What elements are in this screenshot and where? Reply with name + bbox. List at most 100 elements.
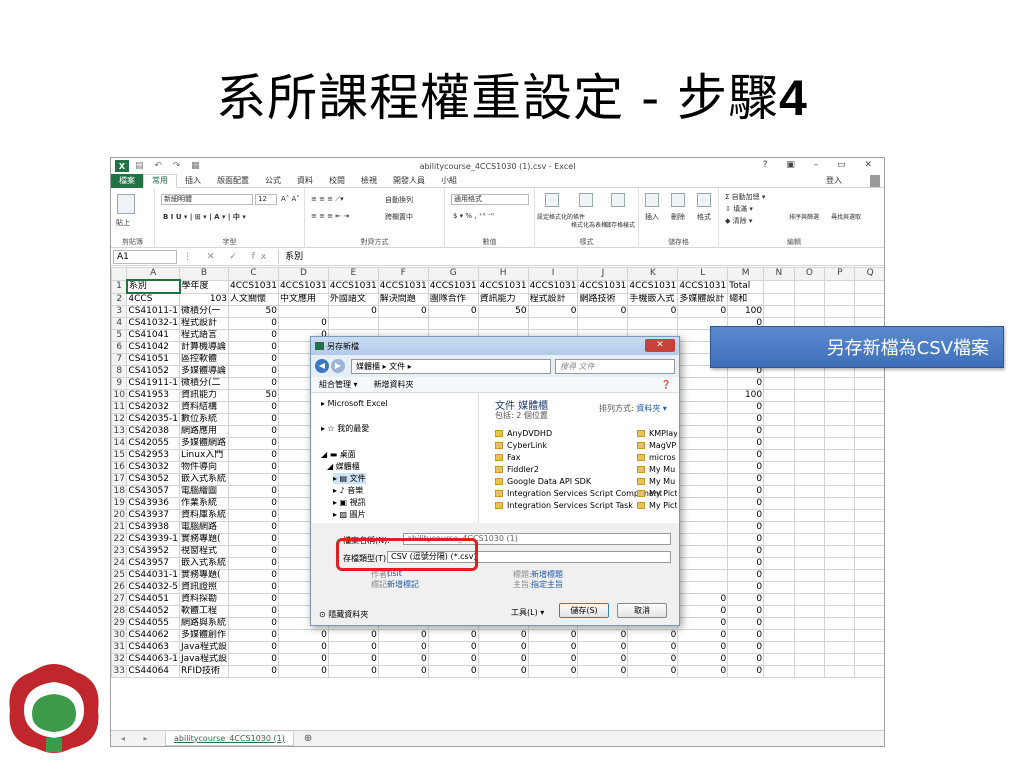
cell[interactable] bbox=[824, 401, 856, 414]
cell[interactable] bbox=[793, 581, 826, 594]
cell[interactable]: 網路與系統 bbox=[179, 617, 230, 630]
cell[interactable] bbox=[677, 473, 729, 486]
cell[interactable]: 學年度 bbox=[179, 279, 230, 294]
cell[interactable]: 軟體工程 bbox=[179, 605, 230, 618]
cell[interactable]: 0 bbox=[228, 401, 279, 414]
cell[interactable]: 0 bbox=[727, 437, 765, 450]
tab-formulas[interactable]: 公式 bbox=[257, 175, 289, 186]
cell[interactable] bbox=[793, 449, 826, 462]
back-icon[interactable]: ◀ bbox=[315, 359, 329, 373]
cell[interactable] bbox=[793, 641, 826, 654]
formula-input[interactable]: 系別 bbox=[278, 249, 884, 264]
column-header[interactable]: E bbox=[327, 267, 379, 281]
cell[interactable] bbox=[824, 521, 856, 534]
cell[interactable] bbox=[763, 461, 795, 474]
tree-item-video[interactable]: ▸ ▣ 視訊 bbox=[333, 497, 366, 508]
cell[interactable]: 人文關懷 bbox=[228, 292, 279, 306]
cell[interactable]: 0 bbox=[627, 653, 679, 666]
cell[interactable]: 0 bbox=[577, 665, 629, 678]
cell-style-icon[interactable] bbox=[611, 193, 625, 207]
cell[interactable]: CS44063 bbox=[126, 641, 181, 654]
row-header[interactable]: 23 bbox=[111, 545, 128, 558]
cell[interactable] bbox=[793, 292, 826, 306]
cell[interactable] bbox=[824, 377, 856, 390]
cell[interactable] bbox=[793, 377, 826, 390]
cell[interactable]: 0 bbox=[228, 641, 279, 654]
cell[interactable]: CS41041 bbox=[126, 329, 181, 342]
cell[interactable]: 0 bbox=[477, 629, 529, 642]
cell[interactable]: 0 bbox=[727, 617, 765, 630]
cell[interactable] bbox=[763, 449, 795, 462]
cell[interactable]: 4CCS1031 bbox=[577, 279, 629, 294]
cell[interactable] bbox=[677, 557, 729, 570]
cell[interactable]: 0 bbox=[228, 569, 279, 582]
file-list-item[interactable]: My Mu bbox=[637, 477, 677, 486]
cell[interactable] bbox=[677, 377, 729, 390]
cell[interactable] bbox=[824, 509, 856, 522]
column-header[interactable]: K bbox=[627, 267, 679, 281]
cell[interactable]: RFID技術 bbox=[179, 665, 230, 678]
cell[interactable] bbox=[824, 461, 856, 474]
cell[interactable] bbox=[824, 389, 856, 402]
row-header[interactable]: 3 bbox=[111, 305, 128, 318]
cell[interactable] bbox=[854, 497, 884, 510]
column-header[interactable]: H bbox=[477, 267, 529, 281]
tab-layout[interactable]: 版面配置 bbox=[209, 175, 257, 186]
font-size-select[interactable]: 12 bbox=[255, 194, 277, 205]
row-header[interactable]: 19 bbox=[111, 497, 128, 510]
column-header[interactable]: F bbox=[377, 267, 429, 281]
cell[interactable]: 0 bbox=[427, 305, 479, 318]
cell[interactable] bbox=[763, 279, 795, 294]
cell[interactable]: 0 bbox=[228, 461, 279, 474]
add-sheet-icon[interactable]: ⊕ bbox=[304, 733, 312, 744]
cell[interactable]: 數位系統 bbox=[179, 413, 230, 426]
cell[interactable] bbox=[793, 437, 826, 450]
cell[interactable] bbox=[677, 545, 729, 558]
new-folder-button[interactable]: 新增資料夾 bbox=[374, 379, 414, 390]
cell[interactable]: 資訊能力 bbox=[179, 389, 230, 402]
row-header[interactable]: 26 bbox=[111, 581, 128, 594]
cell[interactable]: 0 bbox=[228, 629, 279, 642]
cell[interactable] bbox=[677, 437, 729, 450]
cell[interactable]: 作業系統 bbox=[179, 497, 230, 510]
row-header[interactable]: 1 bbox=[111, 279, 128, 294]
cell[interactable]: 0 bbox=[228, 413, 279, 426]
cell[interactable] bbox=[824, 557, 856, 570]
cell[interactable]: 0 bbox=[727, 593, 765, 606]
cell[interactable]: 0 bbox=[727, 581, 765, 594]
cell[interactable]: CS43057 bbox=[126, 485, 181, 498]
search-input[interactable]: 搜尋 文件 bbox=[555, 358, 675, 374]
cell[interactable]: 0 bbox=[727, 461, 765, 474]
sort-filter-button[interactable]: 排序與篩選 bbox=[789, 212, 819, 221]
row-header[interactable]: 17 bbox=[111, 473, 128, 486]
cell[interactable] bbox=[763, 545, 795, 558]
organize-button[interactable]: 組合管理 ▾ bbox=[319, 379, 358, 390]
cell[interactable]: 0 bbox=[527, 641, 579, 654]
merge-center-button[interactable]: 跨欄置中 bbox=[385, 212, 413, 222]
cell[interactable]: 0 bbox=[577, 305, 629, 318]
cell[interactable] bbox=[677, 497, 729, 510]
fill-button[interactable]: ⇩ 填滿 ▾ bbox=[725, 204, 753, 214]
cell[interactable]: 微積分(二 bbox=[179, 377, 230, 390]
tags-value[interactable]: 新增標記 bbox=[387, 579, 419, 590]
cell[interactable] bbox=[763, 425, 795, 438]
cell[interactable]: 0 bbox=[327, 629, 379, 642]
cell[interactable] bbox=[793, 605, 826, 618]
cell[interactable] bbox=[854, 545, 884, 558]
column-header[interactable]: B bbox=[179, 267, 230, 281]
cell[interactable]: 0 bbox=[228, 557, 279, 570]
quick-access-icons[interactable]: ▤ ↶ ↷ ▦ bbox=[135, 161, 204, 171]
cell[interactable]: 0 bbox=[577, 641, 629, 654]
cell[interactable] bbox=[677, 425, 729, 438]
cell[interactable] bbox=[763, 437, 795, 450]
column-header[interactable]: O bbox=[793, 267, 826, 281]
cell[interactable] bbox=[854, 377, 884, 390]
cell[interactable]: 0 bbox=[727, 377, 765, 390]
cell[interactable]: 計算機導論 bbox=[179, 341, 230, 354]
cell[interactable] bbox=[854, 653, 884, 666]
cell[interactable] bbox=[763, 641, 795, 654]
column-header[interactable]: M bbox=[727, 267, 765, 281]
cell[interactable]: CS44051 bbox=[126, 593, 181, 606]
cell[interactable]: 0 bbox=[277, 629, 329, 642]
cell[interactable]: 0 bbox=[727, 557, 765, 570]
